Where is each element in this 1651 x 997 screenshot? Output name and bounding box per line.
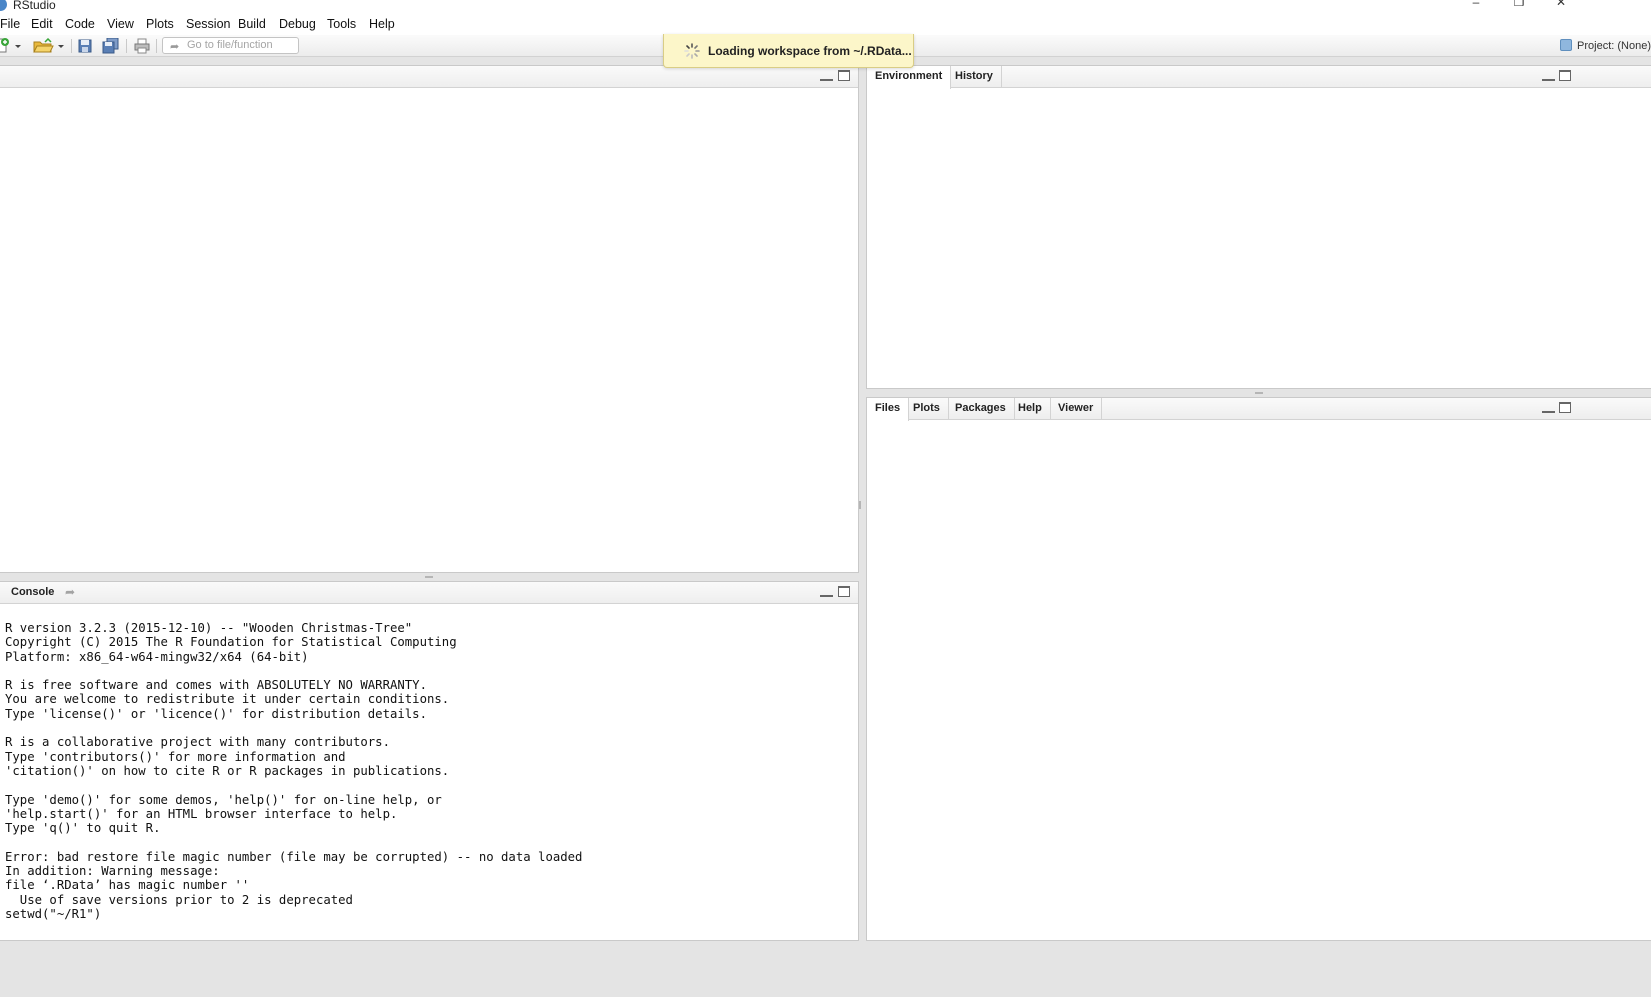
console-line: file ‘.RData’ has magic number '' [5,878,250,893]
window-title: RStudio [13,0,56,12]
minimize-window-button[interactable]: – [1469,0,1483,10]
loading-message: Loading workspace from ~/.RData... [708,44,912,58]
restore-window-button[interactable]: ❒ [1512,0,1526,10]
tab-help[interactable]: Help [1010,398,1051,420]
toolbar-separator [71,39,72,53]
splitter-grip-icon [1254,392,1263,394]
maximize-pane-icon[interactable] [1559,402,1571,413]
go-to-arrow-icon: ➦ [170,41,180,53]
tab-viewer[interactable]: Viewer [1050,398,1103,420]
console-output[interactable]: R version 3.2.3 (2015-12-10) -- "Wooden … [5,621,854,940]
console-line: R is free software and comes with ABSOLU… [5,678,427,693]
right-pane-splitter[interactable] [866,389,1651,397]
open-file-button[interactable] [33,37,65,54]
tab-console[interactable]: Console [11,586,54,598]
go-to-file-function-input[interactable]: ➦ Go to file/function [162,37,299,54]
console-go-to-directory-icon[interactable]: ➦ [65,585,75,599]
console-pane-header: Console ➦ [0,582,858,604]
toolbar-separator [156,39,157,53]
console-line: setwd("~/R1") [5,906,102,921]
tab-plots[interactable]: Plots [905,398,949,420]
tab-environment[interactable]: Environment [867,66,952,89]
menu-session[interactable]: Session [186,17,230,31]
vertical-splitter-grip-icon[interactable] [859,501,861,509]
files-pane: Files Plots Packages Help Viewer [866,397,1651,941]
splitter-grip-icon [425,576,433,578]
console-line: Platform: x86_64-w64-mingw32/x64 (64-bit… [5,649,309,664]
source-pane [0,65,859,573]
save-all-button[interactable] [102,37,120,54]
menu-build[interactable]: Build [238,17,266,31]
save-icon [78,39,92,53]
console-line: Copyright (C) 2015 The R Foundation for … [5,635,457,650]
rstudio-logo-icon [0,0,7,11]
minimize-pane-icon[interactable] [820,590,833,597]
print-button[interactable] [134,38,150,54]
menu-bar: File Edit Code View Plots Session Build … [0,14,1651,35]
minimize-pane-icon[interactable] [1542,406,1555,413]
source-pane-header [0,66,858,88]
console-line: Error: bad restore file magic number (fi… [5,849,583,864]
print-icon [134,38,150,54]
console-line: Type 'license()' or 'licence()' for dist… [5,706,427,721]
environment-pane-header: Environment History [867,66,1651,89]
left-pane-splitter[interactable] [0,573,858,581]
minimize-pane-icon[interactable] [820,74,833,81]
go-to-placeholder: Go to file/function [187,39,273,51]
toolbar-separator [126,39,127,53]
console-line: You are welcome to redistribute it under… [5,692,450,707]
new-file-button[interactable] [0,38,22,54]
close-window-button[interactable]: ✕ [1554,0,1568,10]
new-file-icon [0,38,21,53]
project-label: Project: (None) [1577,40,1651,52]
project-icon [1560,39,1573,51]
loading-spinner-icon [684,43,700,59]
console-pane: Console ➦ R version 3.2.3 (2015-12-10) -… [0,581,859,941]
save-all-icon [102,37,119,54]
console-line: Type 'contributors()' for more informati… [5,749,346,764]
console-line: Type 'q()' to quit R. [5,821,161,836]
open-file-icon [33,37,64,53]
console-line: 'help.start()' for an HTML browser inter… [5,806,398,821]
tab-files[interactable]: Files [867,398,910,421]
tab-history[interactable]: History [947,66,1002,88]
console-line: In addition: Warning message: [5,864,220,879]
console-line: R version 3.2.3 (2015-12-10) -- "Wooden … [5,621,413,635]
files-pane-header: Files Plots Packages Help Viewer [867,398,1651,421]
menu-code[interactable]: Code [65,17,95,31]
maximize-pane-icon[interactable] [1559,70,1571,81]
maximize-pane-icon[interactable] [838,70,850,81]
menu-tools[interactable]: Tools [327,17,356,31]
loading-workspace-toast: Loading workspace from ~/.RData... [663,34,914,68]
rstudio-window: RStudio – ❒ ✕ File Edit Code View Plots … [0,0,1651,997]
console-line: Use of save versions prior to 2 is depre… [5,892,353,907]
menu-plots[interactable]: Plots [146,17,174,31]
console-line: 'citation()' on how to cite R or R packa… [5,763,450,778]
environment-pane: Environment History [866,65,1651,389]
menu-view[interactable]: View [107,17,134,31]
tab-packages[interactable]: Packages [947,398,1015,420]
menu-debug[interactable]: Debug [279,17,316,31]
menu-help[interactable]: Help [369,17,395,31]
project-menu[interactable]: Project: (None) [1560,39,1651,52]
menu-edit[interactable]: Edit [31,17,53,31]
title-bar: RStudio – ❒ ✕ [0,0,1651,14]
save-button[interactable] [78,38,92,54]
maximize-pane-icon[interactable] [838,586,850,597]
minimize-pane-icon[interactable] [1542,74,1555,81]
menu-file[interactable]: File [0,17,20,31]
console-line: R is a collaborative project with many c… [5,735,390,750]
console-line: Type 'demo()' for some demos, 'help()' f… [5,792,442,807]
